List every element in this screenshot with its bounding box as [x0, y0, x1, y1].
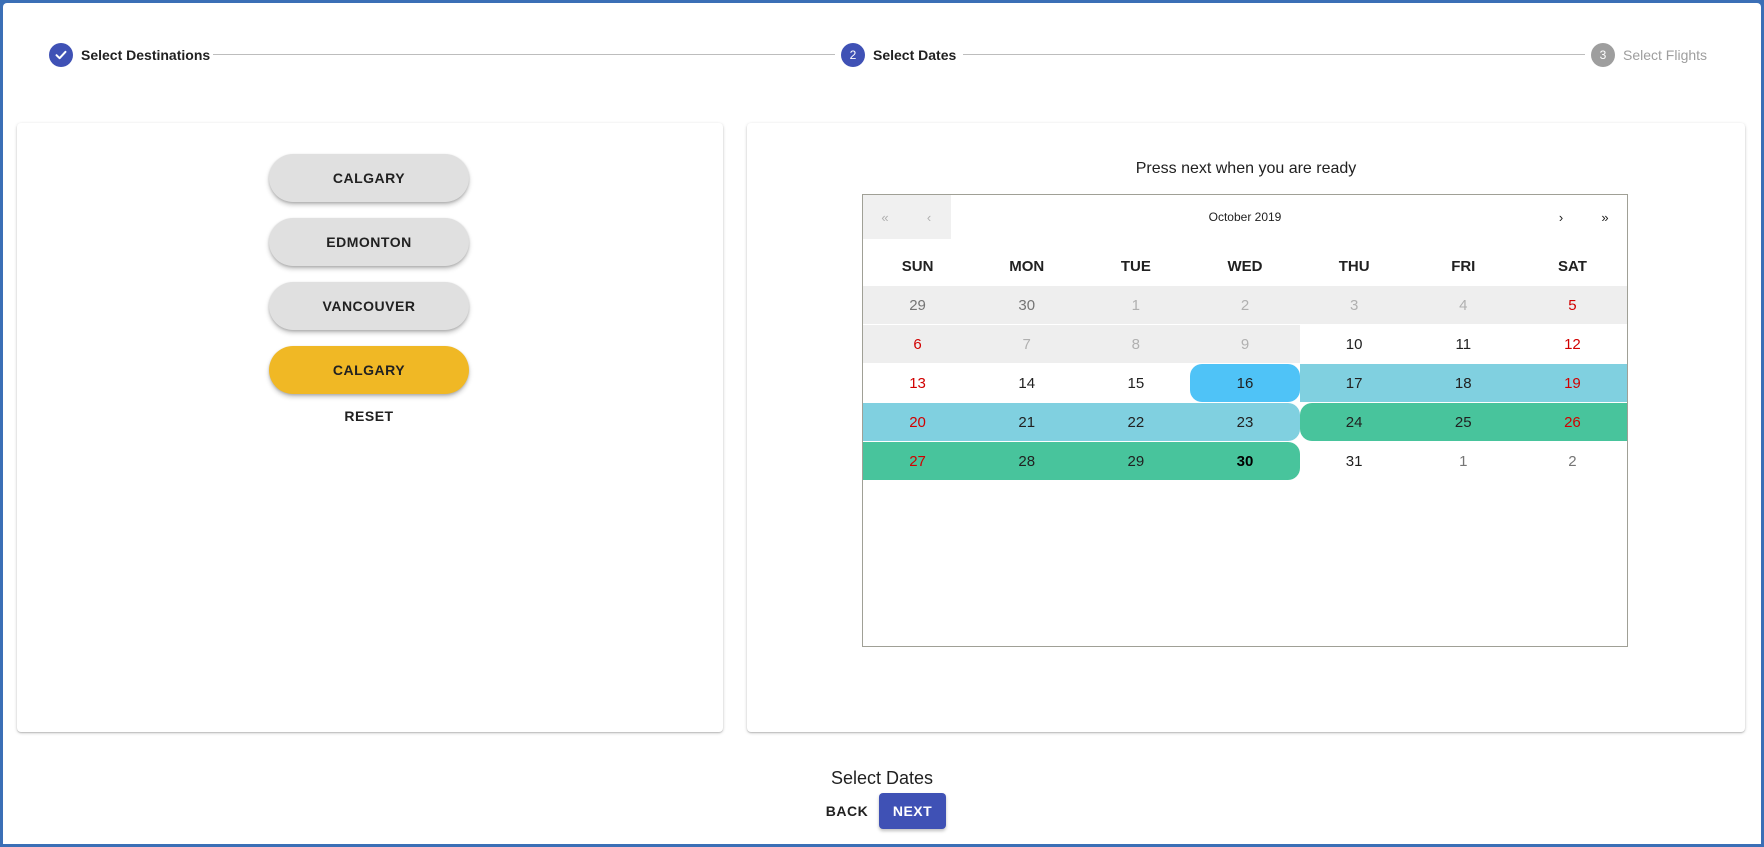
- destination-button-calgary-selected[interactable]: CALGARY: [269, 346, 469, 394]
- calendar-day[interactable]: 31: [1300, 442, 1409, 480]
- calendar-day[interactable]: 15: [1081, 364, 1190, 402]
- weekday-label: SAT: [1557, 258, 1587, 275]
- step-select-destinations[interactable]: Select Destinations: [49, 42, 210, 68]
- calendar-day: 9: [1190, 325, 1300, 363]
- weekday-label: THU: [1338, 258, 1370, 275]
- app-window: Select Destinations 2 Select Dates 3 Sel…: [3, 3, 1761, 844]
- destinations-card: CALGARY EDMONTON VANCOUVER CALGARY RESET: [17, 123, 723, 732]
- calendar-navigation: « ‹ October 2019 › »: [863, 195, 1627, 239]
- calendar-week: 29 30 1 2 3 4 5: [863, 286, 1627, 324]
- calendar-day: 2: [1190, 286, 1300, 324]
- calendar-day[interactable]: 2: [1518, 442, 1627, 480]
- calendar-day[interactable]: 13: [863, 364, 972, 402]
- calendar-day-in-range[interactable]: 20: [863, 403, 973, 441]
- calendar-day-range-start[interactable]: 16: [1190, 364, 1300, 402]
- calendar-day-in-range[interactable]: 23: [1190, 403, 1300, 441]
- calendar-day-range-end[interactable]: 30: [1190, 442, 1300, 480]
- calendar-day-in-range[interactable]: 28: [972, 442, 1082, 480]
- calendar-day: 3: [1299, 286, 1409, 324]
- stepper: Select Destinations 2 Select Dates 3 Sel…: [3, 3, 1761, 107]
- calendar-week: 6 7 8 9 10 11 12: [863, 325, 1627, 363]
- reset-button[interactable]: RESET: [319, 401, 419, 431]
- calendar-day[interactable]: 1: [1409, 442, 1518, 480]
- step-number: 3: [1591, 43, 1615, 67]
- dates-card: Press next when you are ready « ‹ Octobe…: [747, 123, 1745, 732]
- calendar-day: 7: [972, 325, 1082, 363]
- prev-year-button[interactable]: «: [863, 195, 907, 239]
- calendar-day-in-range[interactable]: 27: [863, 442, 973, 480]
- step-select-dates[interactable]: 2 Select Dates: [841, 42, 956, 68]
- calendar-day-in-range[interactable]: 19: [1517, 364, 1627, 402]
- calendar-day-in-range[interactable]: 26: [1517, 403, 1627, 441]
- calendar-day-in-range[interactable]: 21: [972, 403, 1082, 441]
- step-connector: [963, 54, 1585, 55]
- weekday-label: TUE: [1120, 258, 1151, 275]
- calendar-day: 5: [1517, 286, 1627, 324]
- calendar-day: 29: [863, 286, 973, 324]
- calendar-day-in-range[interactable]: 17: [1299, 364, 1409, 402]
- step-number: 2: [841, 43, 865, 67]
- calendar-day: 6: [863, 325, 973, 363]
- calendar-day-in-range[interactable]: 22: [1081, 403, 1191, 441]
- step-label: Select Flights: [1623, 47, 1708, 63]
- calendar-day: 1: [1081, 286, 1191, 324]
- calendar-day-in-range[interactable]: 18: [1408, 364, 1518, 402]
- weekday-label: FRI: [1451, 258, 1476, 275]
- calendar-day-in-range[interactable]: 24: [1299, 403, 1409, 441]
- back-button[interactable]: BACK: [822, 793, 872, 829]
- calendar-week: 20 21 22 23 24 25 26: [863, 403, 1627, 441]
- calendar-day[interactable]: 10: [1300, 325, 1409, 363]
- calendar-day: 30: [972, 286, 1082, 324]
- destination-button-vancouver[interactable]: VANCOUVER: [269, 282, 469, 330]
- step-label: Select Dates: [873, 47, 957, 63]
- calendar-week: 27 28 29 30 31 1 2: [863, 442, 1627, 480]
- calendar-day[interactable]: 14: [972, 364, 1081, 402]
- calendar-day: 8: [1081, 325, 1191, 363]
- calendar-day[interactable]: 12: [1518, 325, 1627, 363]
- footer-step-title: Select Dates: [830, 768, 934, 788]
- step-select-flights[interactable]: 3 Select Flights: [1591, 42, 1707, 68]
- weekday-label: MON: [1009, 258, 1045, 275]
- calendar-day[interactable]: 11: [1409, 325, 1518, 363]
- calendar: « ‹ October 2019 › » SUN MON TUE WED THU…: [862, 194, 1628, 647]
- destination-button-calgary[interactable]: CALGARY: [269, 154, 469, 202]
- next-month-button[interactable]: ›: [1539, 195, 1583, 239]
- calendar-days: 29 30 1 2 3 4 5 6 7 8 9 10 11 12 13 14 1…: [863, 286, 1627, 481]
- calendar-month-label[interactable]: October 2019: [951, 195, 1539, 239]
- calendar-day: 4: [1408, 286, 1518, 324]
- next-year-button[interactable]: »: [1583, 195, 1627, 239]
- calendar-day-in-range[interactable]: 25: [1408, 403, 1518, 441]
- calendar-week: 13 14 15 16 17 18 19: [863, 364, 1627, 402]
- weekday-header: SUN MON TUE WED THU FRI SAT: [863, 255, 1627, 279]
- step-connector: [213, 54, 835, 55]
- weekday-label: SUN: [901, 258, 934, 275]
- prev-month-button[interactable]: ‹: [907, 195, 951, 239]
- destination-button-edmonton[interactable]: EDMONTON: [269, 218, 469, 266]
- weekday-label: WED: [1227, 258, 1263, 275]
- calendar-day-in-range[interactable]: 29: [1081, 442, 1191, 480]
- calendar-prompt: Press next when you are ready: [1135, 160, 1357, 177]
- next-button[interactable]: NEXT: [879, 793, 946, 829]
- step-label: Select Destinations: [81, 47, 211, 63]
- check-icon: [49, 43, 73, 67]
